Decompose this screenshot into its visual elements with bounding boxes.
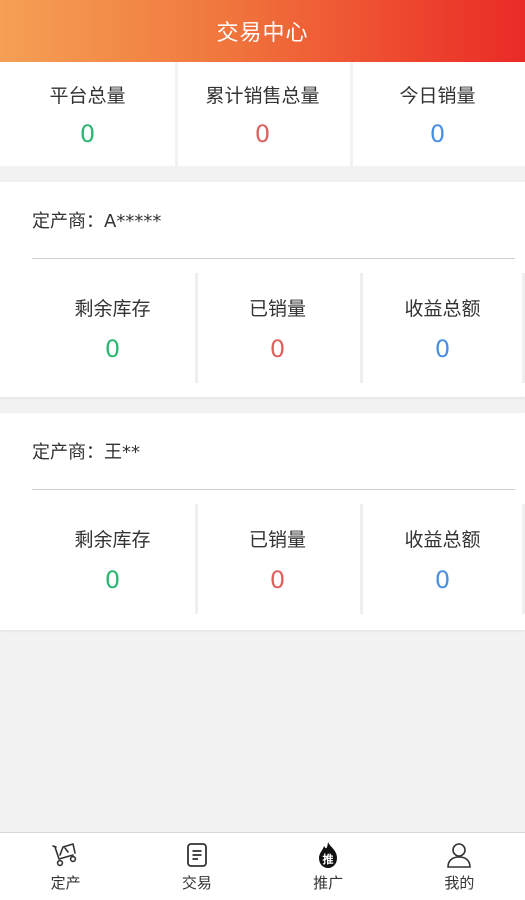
stat-label: 今日销量: [399, 84, 476, 107]
page-title: 交易中心: [216, 21, 309, 46]
stat-total-revenue: 收益总额 0: [360, 273, 525, 383]
stat-value: 0: [429, 119, 446, 148]
stat-value: 0: [79, 119, 96, 148]
stat-platform-total: 平台总量 0: [0, 62, 175, 166]
tab-label: 交易: [181, 874, 212, 892]
stat-label: 收益总额: [404, 528, 481, 551]
stat-value: 0: [269, 565, 286, 594]
stat-label: 累计销售总量: [205, 84, 320, 107]
stat-remaining-stock: 剩余库存 0: [30, 506, 195, 612]
stat-value: 0: [434, 565, 451, 594]
vendor-stats: 剩余库存 0 已销量 0 收益总额 0: [0, 259, 525, 397]
tab-label: 定产: [50, 874, 81, 892]
vendor-title: 定产商：A*****: [32, 211, 162, 232]
user-icon: [445, 840, 473, 870]
stat-cumulative-sales: 累计销售总量 0: [175, 62, 350, 166]
stat-sold: 已销量 0: [195, 504, 360, 614]
stat-value: 0: [104, 565, 121, 594]
vendor-stats: 剩余库存 0 已销量 0 收益总额 0: [0, 490, 525, 628]
stat-total-revenue: 收益总额 0: [360, 504, 525, 614]
stat-label: 收益总额: [404, 297, 481, 320]
stat-label: 剩余库存: [74, 297, 151, 320]
tab-production[interactable]: 定产: [0, 833, 131, 900]
promote-icon-text: 推: [323, 852, 334, 866]
promote-fire-icon: 推: [315, 840, 341, 870]
production-icon: [51, 840, 81, 870]
stat-value: 0: [254, 119, 271, 148]
stat-value: 0: [269, 334, 286, 363]
vendor-title: 定产商：王**: [32, 442, 140, 463]
stat-label: 已销量: [248, 528, 306, 551]
stat-value: 0: [104, 334, 121, 363]
stat-label: 已销量: [248, 297, 306, 320]
stat-remaining-stock: 剩余库存 0: [30, 275, 195, 381]
vendor-card[interactable]: 定产商：A***** 剩余库存 0 已销量 0 收益总额 0: [0, 182, 525, 397]
stat-value: 0: [434, 334, 451, 363]
tab-trade[interactable]: 交易: [131, 833, 262, 900]
tab-promote[interactable]: 推 推广: [263, 833, 394, 900]
tab-label: 我的: [444, 874, 475, 892]
bottom-tab-bar: 定产 交易 推 推广 我的: [0, 832, 525, 900]
stat-sold: 已销量 0: [195, 273, 360, 383]
document-icon: [185, 840, 209, 870]
stat-label: 剩余库存: [74, 528, 151, 551]
stat-today-sales: 今日销量 0: [350, 62, 525, 166]
vendor-card[interactable]: 定产商：王** 剩余库存 0 已销量 0 收益总额 0: [0, 413, 525, 630]
header-bar: 交易中心: [0, 0, 525, 62]
tab-mine[interactable]: 我的: [394, 833, 525, 900]
summary-card: 平台总量 0 累计销售总量 0 今日销量 0: [0, 62, 525, 166]
tab-label: 推广: [313, 874, 344, 892]
stat-label: 平台总量: [49, 84, 126, 107]
